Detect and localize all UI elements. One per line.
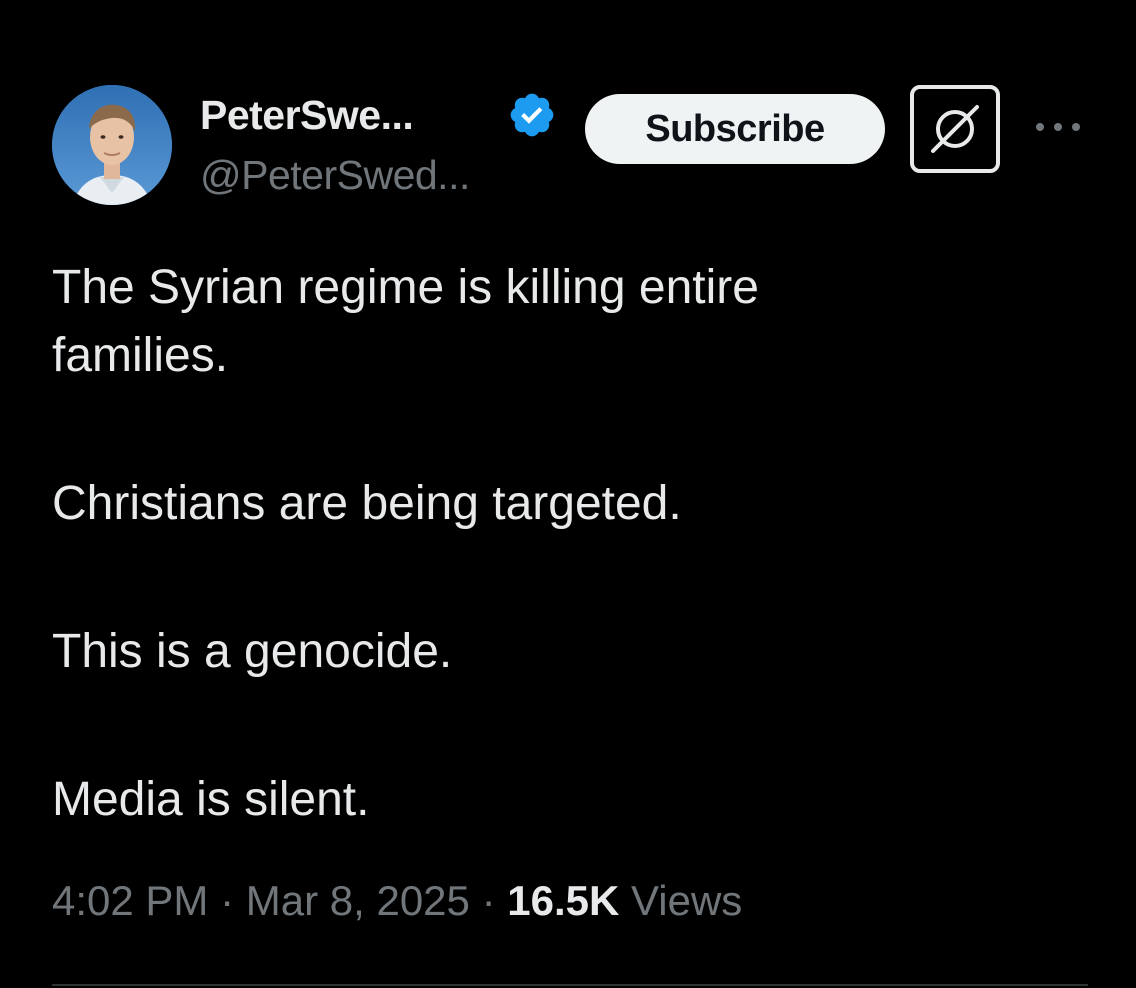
subscribe-button[interactable]: Subscribe xyxy=(585,94,885,164)
tweet-text: The Syrian regime is killing entire fami… xyxy=(52,254,1092,834)
views-label: Views xyxy=(631,877,743,924)
tweet-paragraph: Media is silent. xyxy=(52,773,370,826)
verified-badge-icon[interactable] xyxy=(507,90,557,140)
profile-photo-icon xyxy=(52,85,172,205)
tweet-date[interactable]: Mar 8, 2025 xyxy=(246,877,470,924)
tweet-paragraph: The Syrian regime is killing entire fami… xyxy=(52,261,759,382)
author-handle[interactable]: @PeterSwed... xyxy=(200,152,470,199)
grok-icon xyxy=(931,105,979,153)
tweet-meta: 4:02 PM · Mar 8, 2025 · 16.5K Views xyxy=(52,877,742,925)
avatar[interactable] xyxy=(52,85,172,205)
tweet-paragraph: This is a genocide. xyxy=(52,625,453,678)
more-icon xyxy=(1036,123,1080,131)
grok-button[interactable] xyxy=(910,85,1000,173)
tweet-time[interactable]: 4:02 PM xyxy=(52,877,208,924)
tweet: PeterSwe... @PeterSwed... Subscribe The … xyxy=(0,0,1136,988)
divider xyxy=(52,984,1088,986)
display-name[interactable]: PeterSwe... xyxy=(200,92,414,139)
views-count[interactable]: 16.5K xyxy=(507,877,619,924)
meta-separator: · xyxy=(220,877,235,924)
tweet-paragraph: Christians are being targeted. xyxy=(52,477,682,530)
meta-separator: · xyxy=(481,877,496,924)
more-button[interactable] xyxy=(1030,112,1086,142)
